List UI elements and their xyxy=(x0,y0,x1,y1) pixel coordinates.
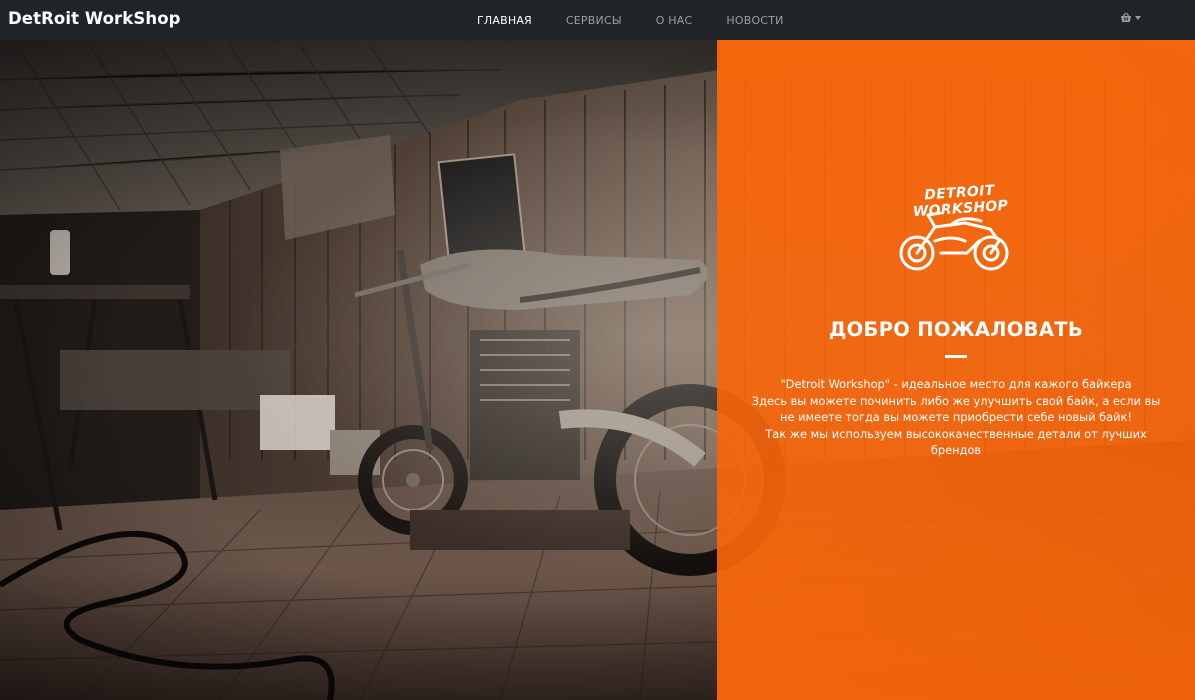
description-line: не имеете тогда вы можете приобрести себ… xyxy=(780,410,1132,424)
welcome-description: "Detroit Workshop" - идеальное место для… xyxy=(745,376,1167,459)
nav-links: ГЛАВНАЯ СЕРВИСЫ О НАС НОВОСТИ xyxy=(460,0,801,40)
hero-section: DETROIT WORKSHOP ДОБРО ПОЖАЛОВАТЬ "Detro… xyxy=(0,40,1195,700)
chevron-down-icon xyxy=(1135,16,1141,20)
cart-dropdown-toggle[interactable] xyxy=(1120,12,1141,23)
brand-logo-link[interactable]: DetRoit WorkShop xyxy=(8,9,181,28)
top-navbar: DetRoit WorkShop ГЛАВНАЯ СЕРВИСЫ О НАС Н… xyxy=(0,0,1195,40)
nav-link-home[interactable]: ГЛАВНАЯ xyxy=(460,14,549,27)
motorcycle-icon xyxy=(899,211,1009,271)
description-line: Так же мы используем высококачественные … xyxy=(765,426,1147,441)
description-line: брендов xyxy=(930,443,982,457)
welcome-title: ДОБРО ПОЖАЛОВАТЬ xyxy=(828,318,1083,341)
welcome-panel xyxy=(717,40,1195,700)
description-line: "Detroit Workshop" - идеальное место для… xyxy=(780,377,1132,391)
nav-link-services[interactable]: СЕРВИСЫ xyxy=(549,14,639,27)
basket-icon xyxy=(1121,12,1131,22)
workshop-logo: DETROIT WORKSHOP xyxy=(880,183,1040,280)
title-divider xyxy=(945,355,967,358)
description-line: Здесь вы можете починить либо же улучшит… xyxy=(751,393,1161,408)
nav-link-news[interactable]: НОВОСТИ xyxy=(709,14,800,27)
nav-link-about[interactable]: О НАС xyxy=(639,14,710,27)
